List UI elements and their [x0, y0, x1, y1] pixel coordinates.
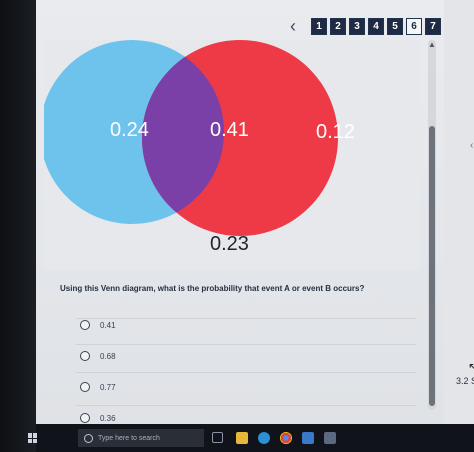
radio-button[interactable]: [80, 382, 90, 392]
answer-option-1[interactable]: 0.41: [80, 320, 116, 330]
timer-text: 3.2 S: [456, 376, 474, 386]
option-label: 0.41: [100, 320, 116, 330]
windows-taskbar: Type here to search: [28, 424, 474, 452]
taskbar-search-input[interactable]: Type here to search: [78, 429, 204, 447]
page-button-7[interactable]: 7: [425, 18, 441, 35]
windows-start-icon[interactable]: [28, 433, 38, 443]
page-button-6[interactable]: 6: [406, 18, 422, 35]
answer-option-4[interactable]: 0.36: [80, 413, 116, 423]
answer-option-3[interactable]: 0.77: [80, 382, 116, 392]
scroll-up-icon[interactable]: ▲: [428, 40, 436, 50]
store-icon[interactable]: [302, 432, 314, 444]
scrollbar-thumb[interactable]: [429, 126, 435, 406]
browser-viewport: ‹ 1 2 3 4 5 6 7 8 9 0.24 0.41 0.12 0.23 …: [36, 0, 474, 424]
b-only-probability: 0.12: [316, 121, 355, 143]
divider: [76, 344, 416, 345]
search-placeholder: Type here to search: [98, 434, 160, 442]
divider: [76, 318, 416, 319]
chevron-left-icon[interactable]: ‹: [286, 16, 300, 37]
monitor-bezel: [0, 0, 36, 452]
venn-diagram: 0.24 0.41 0.12 0.23: [44, 40, 355, 255]
a-only-probability: 0.24: [110, 119, 149, 141]
question-text: Using this Venn diagram, what is the pro…: [60, 284, 365, 293]
radio-button[interactable]: [80, 413, 90, 423]
neither-probability: 0.23: [210, 233, 249, 255]
page-button-5[interactable]: 5: [387, 18, 403, 35]
task-view-icon[interactable]: [212, 432, 223, 443]
radio-button[interactable]: [80, 351, 90, 361]
venn-panel: 0.24 0.41 0.12 0.23: [44, 40, 420, 270]
divider: [76, 372, 416, 373]
search-icon: [84, 433, 93, 443]
page-button-3[interactable]: 3: [349, 18, 365, 35]
side-panel-edge-icon: ‹: [470, 140, 474, 151]
edge-browser-icon[interactable]: [258, 432, 270, 444]
page-button-1[interactable]: 1: [311, 18, 327, 35]
radio-button[interactable]: [80, 320, 90, 330]
page-button-4[interactable]: 4: [368, 18, 384, 35]
option-label: 0.77: [100, 382, 116, 392]
page-button-2[interactable]: 2: [330, 18, 346, 35]
divider: [76, 405, 416, 406]
scrollbar[interactable]: ▲: [428, 40, 436, 410]
option-label: 0.36: [100, 413, 116, 423]
mouse-cursor-icon: ↖: [468, 360, 474, 374]
mail-icon[interactable]: [324, 432, 336, 444]
answer-option-2[interactable]: 0.68: [80, 351, 116, 361]
chrome-browser-icon[interactable]: [280, 432, 292, 444]
file-explorer-icon[interactable]: [236, 432, 248, 444]
overlap-probability: 0.41: [210, 119, 249, 141]
option-label: 0.68: [100, 351, 116, 361]
